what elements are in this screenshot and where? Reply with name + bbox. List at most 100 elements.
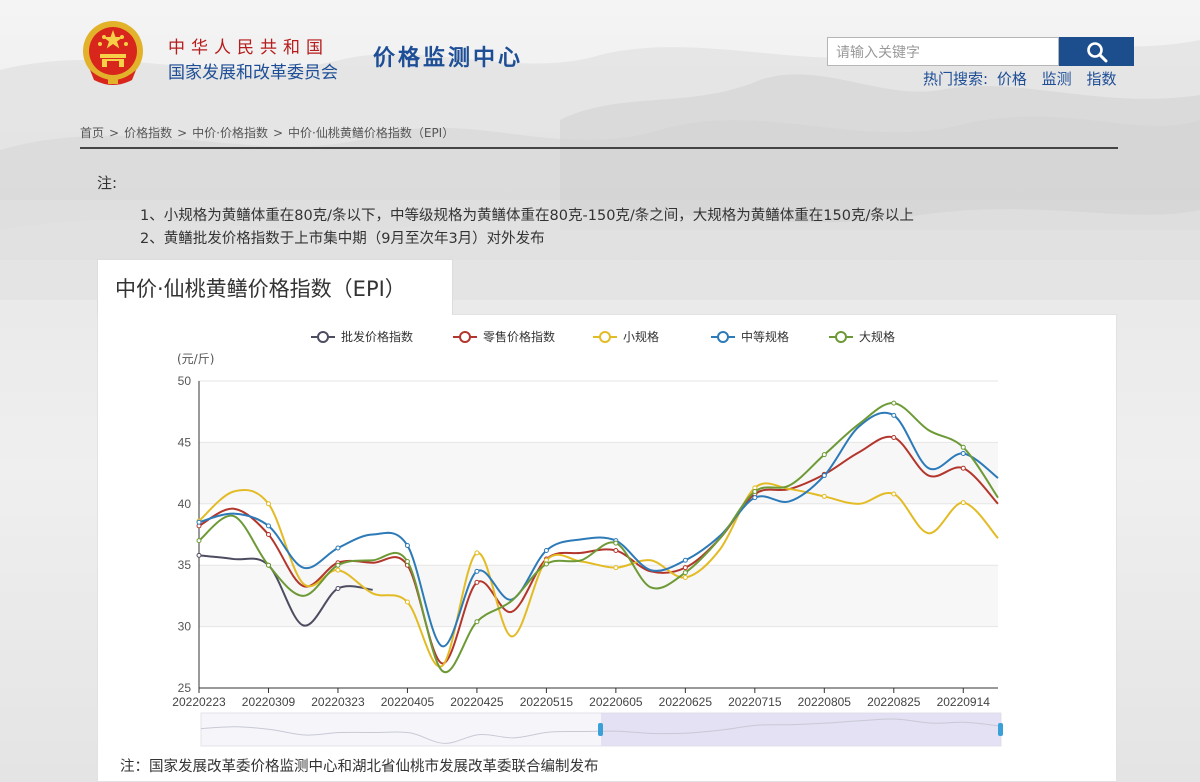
series-point <box>613 547 619 553</box>
series-point <box>891 434 897 440</box>
series-point <box>821 473 827 479</box>
series-point <box>960 450 966 456</box>
series-point <box>752 489 758 495</box>
note-item: 1、小规格为黄鳝体重在80克/条以下，中等级规格为黄鳝体重在80克-150克/条… <box>140 208 914 224</box>
hot-search-link[interactable]: 监测 <box>1042 70 1072 88</box>
series-point <box>404 599 410 605</box>
series-point <box>960 444 966 450</box>
series-point <box>960 500 966 506</box>
grid-band <box>199 503 998 566</box>
breadcrumb-separator: > <box>272 126 284 140</box>
series-point <box>335 567 341 573</box>
x-tick-label: 20220405 <box>381 695 435 709</box>
breadcrumb-separator: > <box>109 126 120 140</box>
y-axis-label: (元/斤) <box>177 352 214 366</box>
breadcrumb: 首页 > 价格指数 > 中价·价格指数 > 中价·仙桃黄鳝价格指数（EPI） <box>80 124 454 141</box>
breadcrumb-link[interactable]: 首页 <box>80 126 104 140</box>
series-point <box>891 400 897 406</box>
search-input[interactable]: 请输入关键字 <box>827 37 1059 66</box>
legend-swatch-marker[interactable] <box>717 331 729 343</box>
legend-label[interactable]: 零售价格指数 <box>483 329 555 344</box>
price-index-chart: 25 30 35 40 45 50 (元/斤) 20220223 20220309 2022032… <box>172 329 1003 747</box>
series-point <box>613 540 619 546</box>
search-placeholder: 请输入关键字 <box>836 44 920 61</box>
y-tick-label: 35 <box>178 558 192 572</box>
chart-tab[interactable]: 中价·仙桃黄鳝价格指数（EPI） <box>97 259 453 315</box>
series-point <box>682 570 688 576</box>
series-point <box>265 523 271 529</box>
x-tick-label: 20220605 <box>589 695 643 709</box>
zoom-handle-right[interactable] <box>998 723 1003 736</box>
center-name: 价格监测中心 <box>373 46 524 71</box>
legend-label[interactable]: 小规格 <box>623 329 659 344</box>
series-point <box>682 574 688 580</box>
series-point <box>404 559 410 565</box>
series-point <box>960 465 966 471</box>
x-tick-label: 20220309 <box>242 695 296 709</box>
legend-label[interactable]: 批发价格指数 <box>341 329 413 344</box>
series-point <box>265 562 271 568</box>
x-tick-label: 20220805 <box>798 695 852 709</box>
hot-search: 热门搜索: 价格 监测 指数 <box>923 68 1126 89</box>
grid-band <box>199 626 998 688</box>
series-point <box>821 452 827 458</box>
breadcrumb-link[interactable]: 中价·价格指数 <box>192 126 268 140</box>
national-emblem-logo <box>83 21 143 85</box>
series-point <box>891 491 897 497</box>
grid-band <box>199 381 998 443</box>
legend-label[interactable]: 大规格 <box>859 329 895 344</box>
series-point <box>821 493 827 499</box>
y-tick-label: 25 <box>178 681 192 695</box>
series-point <box>891 412 897 418</box>
legend-swatch-marker[interactable] <box>459 331 471 343</box>
series-point <box>265 501 271 507</box>
y-tick-label: 45 <box>178 435 192 449</box>
y-tick-label: 30 <box>178 620 192 634</box>
x-tick-label: 20220715 <box>728 695 782 709</box>
hot-search-link[interactable]: 指数 <box>1086 70 1116 88</box>
legend-swatch-marker[interactable] <box>835 331 847 343</box>
hot-search-label: 热门搜索: <box>923 70 989 88</box>
series-point <box>196 538 202 544</box>
zoom-handle-left[interactable] <box>598 723 603 736</box>
series-point <box>335 545 341 551</box>
x-tick-label: 20220625 <box>659 695 713 709</box>
series-point <box>543 547 549 553</box>
breadcrumb-divider <box>80 147 1118 149</box>
hot-search-link[interactable]: 价格 <box>997 70 1027 88</box>
org-name: 国家发展和改革委员会 <box>168 63 338 83</box>
series-point <box>682 565 688 571</box>
breadcrumb-separator: > <box>177 126 188 140</box>
grid-band <box>199 442 998 504</box>
series-point <box>335 562 341 568</box>
series-point <box>474 550 480 556</box>
x-tick-label: 20220914 <box>937 695 991 709</box>
x-tick-label: 20220425 <box>450 695 504 709</box>
search-button[interactable] <box>1059 37 1134 66</box>
series-point <box>474 619 480 625</box>
series-point <box>404 543 410 549</box>
notes-label: 注: <box>97 174 118 192</box>
series-point <box>335 586 341 592</box>
note-item: 2、黄鳝批发价格指数于上市集中期（9月至次年3月）对外发布 <box>140 231 545 247</box>
x-tick-label: 20220223 <box>172 695 226 709</box>
series-point <box>682 557 688 563</box>
series-point <box>196 552 202 558</box>
legend-label[interactable]: 中等规格 <box>741 329 789 344</box>
country-name: 中华人民共和国 <box>168 38 329 58</box>
legend-swatch-marker[interactable] <box>599 331 611 343</box>
series-point <box>474 568 480 574</box>
zoom-slider-selection <box>601 713 1001 746</box>
y-tick-label: 40 <box>178 497 192 511</box>
x-tick-label: 20220323 <box>311 695 365 709</box>
x-tick-label: 20220825 <box>867 695 921 709</box>
search-icon <box>1086 41 1107 62</box>
series-point <box>752 495 758 501</box>
chart-panel: 25 30 35 40 45 50 (元/斤) 20220223 20220309 2022032… <box>97 314 1117 782</box>
series-point <box>543 561 549 567</box>
series-point <box>474 579 480 585</box>
breadcrumb-link[interactable]: 价格指数 <box>124 126 172 140</box>
legend-swatch-marker[interactable] <box>317 331 329 343</box>
x-tick-label: 20220515 <box>520 695 574 709</box>
chart-tab-title: 中价·仙桃黄鳝价格指数（EPI） <box>115 277 406 301</box>
